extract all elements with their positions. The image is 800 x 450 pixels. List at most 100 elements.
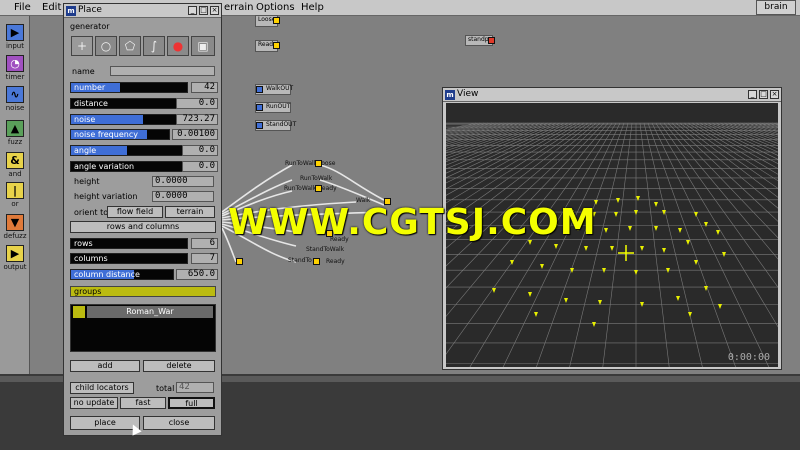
number-slider[interactable]: number: [70, 82, 188, 93]
slider-label: column distance: [74, 270, 140, 279]
node-port[interactable]: [256, 104, 263, 111]
graph-node-walkout[interactable]: WalkOUT: [255, 84, 294, 95]
fast-button[interactable]: fast: [120, 397, 166, 409]
agent-marker: [610, 246, 614, 251]
maximize-icon[interactable]: □: [759, 90, 768, 99]
node-port[interactable]: [273, 17, 280, 24]
agent-marker: [540, 264, 544, 269]
close-button[interactable]: close: [143, 416, 215, 430]
terrain-button[interactable]: terrain: [165, 206, 215, 218]
graph-node-loose[interactable]: Loose: [255, 15, 280, 27]
groups-header[interactable]: groups: [70, 286, 216, 297]
curve-shape-button[interactable]: ∫: [143, 36, 165, 56]
flow-field-button[interactable]: flow field: [107, 206, 163, 218]
agent-marker: [534, 312, 538, 317]
agent-marker: [598, 300, 602, 305]
node-port[interactable]: [256, 86, 263, 93]
maximize-icon[interactable]: □: [199, 6, 208, 15]
graph-node-standpo[interactable]: standpo: [465, 35, 495, 46]
group-item[interactable]: Roman_War: [87, 306, 213, 318]
rows-slider[interactable]: rows: [70, 238, 188, 249]
agent-marker: [694, 212, 698, 217]
height-value[interactable]: 0.0000: [152, 176, 214, 187]
height-label: height: [74, 177, 100, 186]
angle-variation-slider[interactable]: angle variation: [70, 161, 188, 172]
graph-node-ready[interactable]: Ready: [255, 40, 280, 52]
height-variation-value[interactable]: 0.0000: [152, 191, 214, 202]
agent-marker: [686, 240, 690, 245]
angle-slider[interactable]: angle: [70, 145, 188, 156]
agent-marker: [678, 228, 682, 233]
name-label: name: [72, 67, 95, 76]
orient-to-label: orient to: [74, 208, 109, 217]
distance-value[interactable]: 0.0: [176, 98, 218, 109]
watermark: WWW.CGTSJ.COM: [228, 202, 597, 243]
rows-value[interactable]: 6: [191, 238, 218, 249]
agent-marker: [604, 228, 608, 233]
graph-node-label: RunOUT: [266, 103, 291, 110]
slider-label: rows: [74, 239, 93, 248]
slider-label: angle variation: [74, 162, 135, 171]
agent-marker: [718, 304, 722, 309]
close-icon[interactable]: ×: [210, 6, 219, 15]
number-value[interactable]: 42: [191, 82, 218, 93]
graph-node-text: RunToWalk: [285, 160, 318, 167]
curve-icon: ∫: [150, 39, 158, 53]
column-distance-slider[interactable]: column distance: [70, 269, 174, 280]
graph-node-standout[interactable]: StandOUT: [255, 120, 296, 131]
rows-and-columns-button[interactable]: rows and columns: [70, 221, 216, 233]
agent-marker: [716, 230, 720, 235]
rgb-circles-icon: ●: [172, 39, 184, 53]
child-locators-button[interactable]: child locators: [70, 382, 134, 394]
node-port[interactable]: [273, 42, 280, 49]
plus-icon: +: [76, 39, 88, 53]
node-port[interactable]: [315, 160, 322, 167]
slider-label: columns: [74, 254, 108, 263]
close-icon[interactable]: ×: [770, 90, 779, 99]
node-port[interactable]: [315, 185, 322, 192]
polygon-shape-button[interactable]: ⬠: [119, 36, 141, 56]
color-map-button[interactable]: ●: [167, 36, 189, 56]
app-icon: m: [66, 6, 76, 16]
agent-marker: [592, 322, 596, 327]
name-field[interactable]: [110, 66, 215, 76]
view-window-titlebar[interactable]: m View _ □ ×: [443, 88, 781, 102]
graph-node-label: StandOUT: [266, 121, 297, 128]
noise-frequency-value[interactable]: 0.00100: [172, 129, 218, 140]
graph-node-text: StandToWalk: [306, 246, 345, 253]
noise-slider[interactable]: noise: [70, 114, 188, 125]
columns-slider[interactable]: columns: [70, 253, 188, 264]
minimize-icon[interactable]: _: [188, 6, 197, 15]
distance-slider[interactable]: distance: [70, 98, 188, 109]
agent-marker: [654, 202, 658, 207]
graph-node-text: RunToWalk: [284, 185, 317, 192]
circle-shape-button[interactable]: ○: [95, 36, 117, 56]
node-port[interactable]: [313, 258, 320, 265]
agent-marker: [654, 226, 658, 231]
noise-frequency-slider[interactable]: noise frequency: [70, 129, 170, 140]
angle-variation-value[interactable]: 0.0: [182, 161, 218, 172]
place-window-titlebar[interactable]: m Place _ □ ×: [64, 4, 221, 18]
agent-marker: [616, 198, 620, 203]
noise-value[interactable]: 723.27: [176, 114, 218, 125]
angle-value[interactable]: 0.0: [182, 145, 218, 156]
delete-button[interactable]: delete: [143, 360, 215, 372]
grid-shape-button[interactable]: ▣: [191, 36, 215, 56]
columns-value[interactable]: 7: [191, 253, 218, 264]
graph-node-runout[interactable]: RunOUT: [255, 102, 291, 113]
point-shape-button[interactable]: +: [71, 36, 93, 56]
full-button[interactable]: full: [168, 397, 215, 409]
groups-list[interactable]: Roman_War: [70, 304, 216, 352]
no-update-button[interactable]: no update: [70, 397, 118, 409]
add-button[interactable]: add: [70, 360, 140, 372]
agent-marker: [634, 210, 638, 215]
node-port[interactable]: [256, 122, 263, 129]
graph-node-text: StandTo: [288, 257, 312, 264]
square-icon: ▣: [197, 39, 209, 53]
node-port[interactable]: [236, 258, 243, 265]
node-port[interactable]: [488, 37, 495, 44]
graph-node-label: WalkOUT: [266, 85, 294, 92]
column-distance-value[interactable]: 650.0: [176, 269, 218, 280]
agent-marker: [564, 298, 568, 303]
minimize-icon[interactable]: _: [748, 90, 757, 99]
